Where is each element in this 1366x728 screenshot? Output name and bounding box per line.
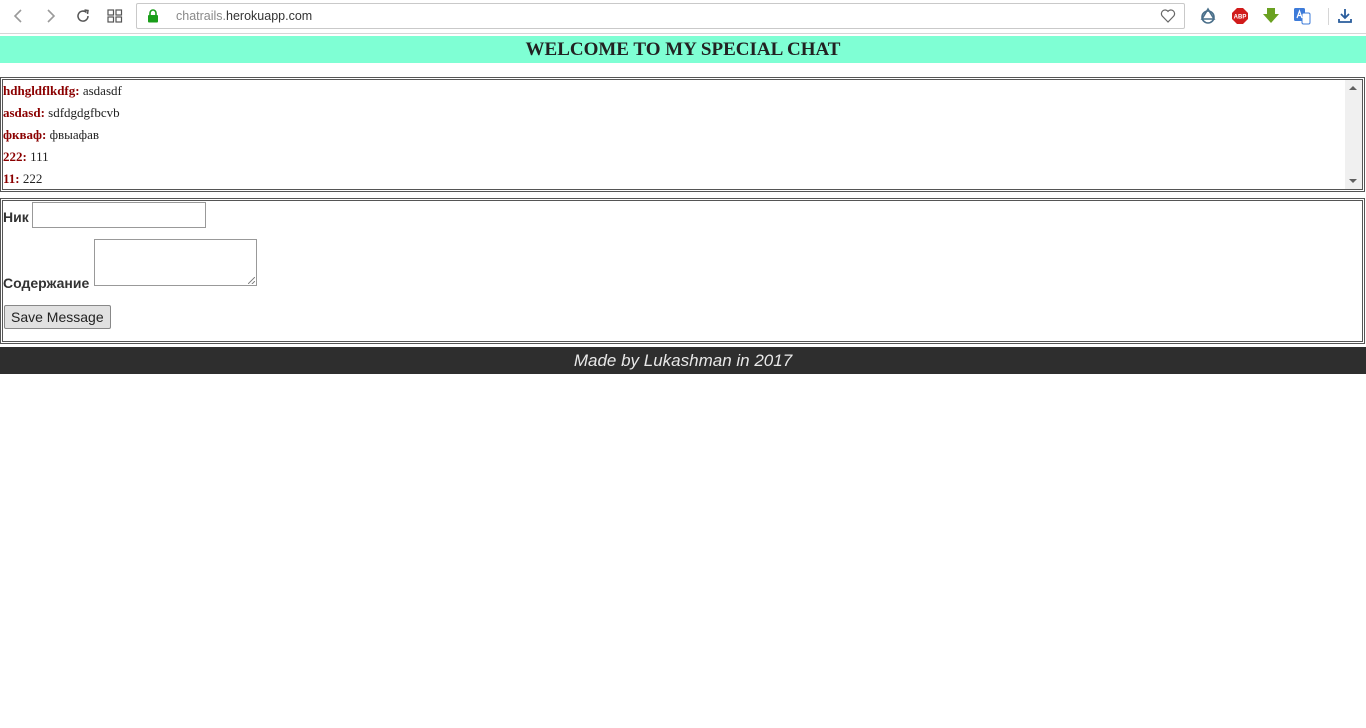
scroll-down-icon[interactable] [1349,179,1357,183]
message-list-box: hdhgldflkdfg: asdasdf asdasd: sdfdgdgfbc… [0,77,1365,192]
content-textarea[interactable] [94,239,257,286]
back-button[interactable] [7,5,31,27]
translate-icon[interactable] [1292,6,1312,26]
toolbar-separator [1328,8,1329,25]
message-scrollbar[interactable] [1345,80,1362,189]
message-item: фкваф: фвыафав [3,126,1362,148]
page-title: WELCOME TO MY SPECIAL CHAT [525,39,841,60]
message-list: hdhgldflkdfg: asdasdf asdasd: sdfdgdgfbc… [3,80,1362,189]
download-icon[interactable] [1335,6,1355,26]
message-text: asdasdf [82,83,122,98]
message-item: hdhgldflkdfg: asdasdf [3,82,1362,104]
message-text: sdfdgdgfbcvb [48,105,120,120]
message-nick: 222: [3,149,27,164]
message-nick: asdasd: [3,105,45,120]
heart-icon[interactable] [1160,8,1176,29]
download-arrow-icon[interactable] [1261,6,1281,26]
footer-text: Made by Lukashman in 2017 [573,351,793,370]
browser-toolbar: chatrails.herokuapp.com ABP [0,0,1366,34]
url-text: chatrails.herokuapp.com [176,9,312,23]
url-subdomain: chatrails. [176,9,227,23]
page-footer: Made by Lukashman in 2017 [0,347,1366,374]
address-bar[interactable]: chatrails.herokuapp.com [136,3,1185,29]
grid-icon [107,9,123,23]
chevron-right-icon [43,8,57,24]
message-nick: фкваф: [3,127,47,142]
opera-vpn-icon[interactable] [1198,6,1218,26]
adblock-plus-icon[interactable]: ABP [1230,6,1250,26]
speed-dial-button[interactable] [103,5,127,27]
reload-button[interactable] [71,5,95,27]
message-item: 11: 222 [3,170,1362,189]
page-header: WELCOME TO MY SPECIAL CHAT [0,36,1366,63]
forward-button[interactable] [38,5,62,27]
message-item: asdasd: sdfdgdgfbcvb [3,104,1362,126]
message-text: фвыафав [49,127,99,142]
message-nick: 11: [3,171,20,186]
page-content: WELCOME TO MY SPECIAL CHAT hdhgldflkdfg:… [0,36,1366,374]
chevron-left-icon [12,8,26,24]
nick-input[interactable] [32,202,206,228]
nick-label: Ник [3,209,29,225]
adblock-label: ABP [1234,15,1247,21]
message-text: 222 [22,171,43,186]
scroll-thumb[interactable] [1347,97,1360,172]
reload-icon [75,8,91,24]
message-item: 222: 111 [3,148,1362,170]
save-message-button[interactable]: Save Message [4,305,111,329]
resize-grip-icon[interactable] [248,277,255,284]
message-form: Ник Содержание Save Message [0,198,1365,344]
content-label: Содержание [3,275,90,291]
message-text: 111 [30,149,49,164]
message-nick: hdhgldflkdfg: [3,83,80,98]
lock-icon [147,9,159,28]
url-domain: herokuapp.com [226,9,313,23]
scroll-up-icon[interactable] [1349,86,1357,90]
